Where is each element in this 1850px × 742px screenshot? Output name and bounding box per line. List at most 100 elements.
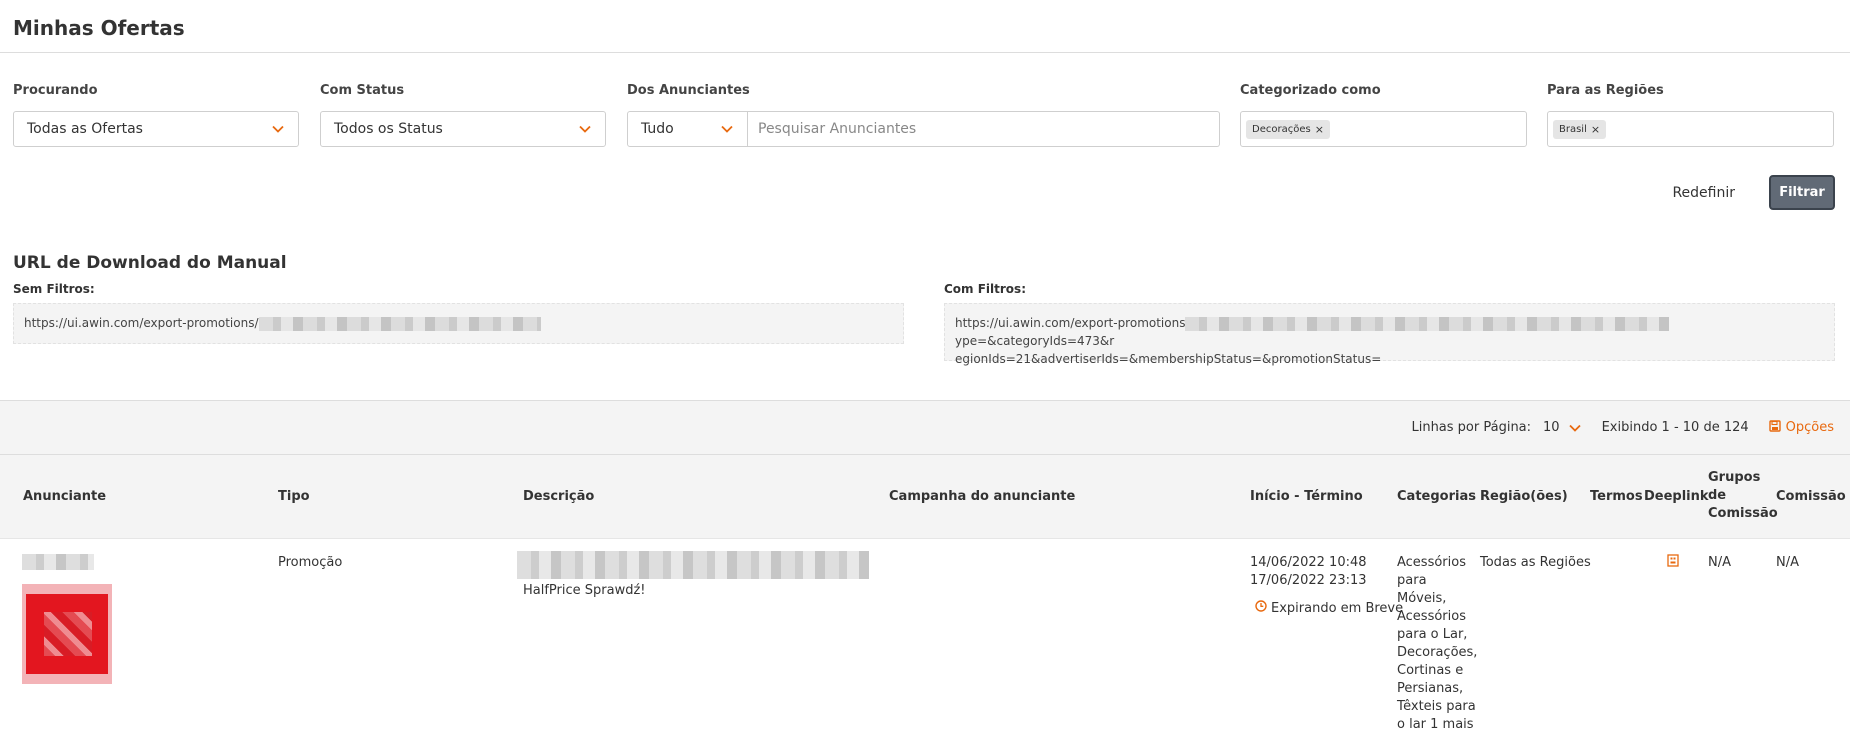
filter-category-label: Categorizado como (1240, 83, 1381, 98)
advertiser-logo[interactable] (22, 584, 112, 684)
category-line: Têxteis para (1397, 699, 1476, 714)
filters-bar: Procurando Todas as Ofertas Com Status T… (0, 83, 1850, 148)
col-terms[interactable]: Termos (1590, 488, 1643, 506)
results-toolbar: Linhas por Página: 10 Exibindo 1 - 10 de… (0, 400, 1850, 455)
filter-searching-label: Procurando (13, 83, 98, 98)
start-date: 14/06/2022 10:48 (1250, 555, 1367, 570)
col-commission-groups-line3: Comissão (1708, 506, 1778, 521)
status-text: Expirando em Breve (1271, 601, 1404, 616)
advertisers-scope-select[interactable]: Tudo (627, 111, 748, 147)
filter-button[interactable]: Filtrar (1769, 175, 1835, 210)
col-commission-groups[interactable]: Grupos de Comissão (1708, 469, 1778, 523)
end-date: 17/06/2022 23:13 (1250, 573, 1367, 588)
col-commission[interactable]: Comissão (1776, 488, 1846, 506)
reset-button[interactable]: Redefinir (1672, 185, 1735, 201)
no-filters-url-text: https://ui.awin.com/export-promotions/ (24, 316, 259, 330)
regions-cell: Todas as Regiões (1480, 555, 1591, 570)
rows-per-page-select[interactable]: 10 (1543, 420, 1582, 435)
filter-status: Com Status Todos os Status (320, 83, 606, 147)
logo-mark (44, 612, 92, 656)
category-line: Acessórios (1397, 555, 1466, 570)
options-label: Opções (1785, 420, 1834, 435)
description-cell: HalfPrice Sprawdź! (517, 551, 869, 600)
searching-select-value: Todas as Ofertas (27, 121, 143, 137)
results-count: Exibindo 1 - 10 de 124 (1601, 420, 1749, 435)
no-filters-label: Sem Filtros: (13, 282, 95, 296)
regions-tag-input[interactable]: Brasil × (1547, 111, 1834, 147)
commission-groups-cell: N/A (1708, 555, 1731, 570)
deeplink-cell (1667, 554, 1679, 573)
status-select-value: Todos os Status (334, 121, 443, 137)
clock-icon (1255, 600, 1267, 618)
rows-per-page-value: 10 (1543, 420, 1560, 435)
type-cell: Promoção (278, 555, 343, 570)
status-select[interactable]: Todos os Status (320, 111, 606, 147)
filter-status-label: Com Status (320, 83, 405, 98)
filter-category: Categorizado como Decorações × (1240, 83, 1527, 147)
options-button[interactable]: Opções (1768, 419, 1834, 436)
category-line: Móveis, (1397, 591, 1447, 606)
col-description[interactable]: Descrição (523, 488, 594, 506)
chevron-down-icon (271, 122, 285, 136)
logo-fill (26, 594, 108, 674)
category-tag-label: Decorações (1252, 123, 1311, 135)
advertiser-cell (22, 553, 94, 571)
status-badge: Expirando em Breve (1255, 600, 1403, 618)
chevron-down-icon (578, 122, 592, 136)
col-commission-groups-line2: de (1708, 488, 1727, 503)
rows-per-page-label: Linhas por Página: (1411, 420, 1532, 435)
filter-regions: Para as Regiões Brasil × (1547, 83, 1834, 147)
filter-actions: Redefinir Filtrar (1672, 175, 1835, 210)
advertisers-scope-value: Tudo (641, 121, 674, 137)
filter-searching: Procurando Todas as Ofertas (13, 83, 299, 147)
with-filters-url-suffix: ype=&categoryIds=473&r (955, 334, 1115, 348)
categories-cell: Acessórios para Móveis, Acessórios para … (1397, 554, 1477, 734)
with-filters-url-prefix: https://ui.awin.com/export-promotions (955, 316, 1186, 330)
table-header: Anunciante Tipo Descrição Campanha do an… (0, 455, 1850, 539)
chevron-down-icon (720, 122, 734, 136)
col-period[interactable]: Início - Término (1250, 488, 1363, 506)
region-tag-label: Brasil (1559, 123, 1587, 135)
commission-cell: N/A (1776, 555, 1799, 570)
col-commission-groups-line1: Grupos (1708, 470, 1761, 485)
with-filters-label: Com Filtros: (944, 282, 1026, 296)
filter-advertisers-label: Dos Anunciantes (627, 83, 750, 98)
chevron-down-icon (1568, 421, 1582, 435)
col-type[interactable]: Tipo (278, 488, 310, 506)
category-tag-input[interactable]: Decorações × (1240, 111, 1527, 147)
with-filters-url[interactable]: https://ui.awin.com/export-promotions ype… (944, 303, 1835, 366)
category-line: Decorações, (1397, 645, 1478, 660)
remove-tag-icon[interactable]: × (1591, 123, 1600, 136)
with-filters-url-line1: https://ui.awin.com/export-promotions ype… (955, 314, 1824, 350)
region-tag: Brasil × (1553, 119, 1607, 139)
advertisers-controls: Tudo (627, 111, 1220, 147)
searching-select[interactable]: Todas as Ofertas (13, 111, 299, 147)
no-filters-url[interactable]: https://ui.awin.com/export-promotions/ (13, 303, 904, 344)
deeplink-icon[interactable] (1667, 554, 1679, 567)
filter-advertisers: Dos Anunciantes Tudo (627, 83, 1220, 147)
manual-download-section: URL de Download do Manual Sem Filtros: h… (13, 253, 1835, 366)
col-campaign[interactable]: Campanha do anunciante (889, 488, 1075, 506)
category-line: Cortinas e (1397, 663, 1464, 678)
save-icon (1768, 419, 1781, 436)
col-advertiser[interactable]: Anunciante (23, 488, 106, 506)
period-cell: 14/06/2022 10:48 17/06/2022 23:13 Expira… (1250, 554, 1403, 618)
redacted-token (258, 316, 541, 331)
page-title: Minhas Ofertas (13, 16, 185, 40)
redacted-advertiser-name (22, 553, 94, 570)
col-categories[interactable]: Categorias (1397, 488, 1476, 506)
col-regions[interactable]: Região(ões) (1480, 488, 1568, 506)
description-text: HalfPrice Sprawdź! (523, 583, 646, 598)
category-line: Persianas, (1397, 681, 1464, 696)
col-deeplink[interactable]: Deeplink (1644, 488, 1709, 506)
remove-tag-icon[interactable]: × (1315, 123, 1324, 136)
table-row[interactable]: Promoção HalfPrice Sprawdź! 14/06/2022 1… (0, 540, 1850, 742)
category-line: para o Lar, (1397, 627, 1468, 642)
category-line: para (1397, 573, 1427, 588)
category-line: o lar 1 mais (1397, 717, 1474, 732)
page-header: Minhas Ofertas (0, 0, 1850, 53)
redacted-description (517, 551, 869, 579)
advertisers-search-input[interactable] (748, 111, 1220, 147)
with-filters-url-line2: egionIds=21&advertiserIds=&membershipSta… (955, 352, 1382, 366)
category-tag: Decorações × (1246, 119, 1330, 139)
